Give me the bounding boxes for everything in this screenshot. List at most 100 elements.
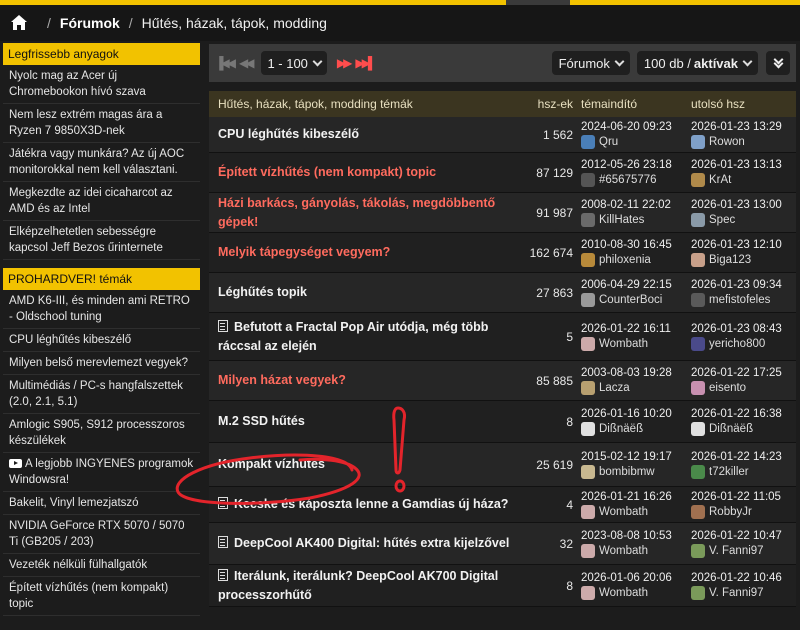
last-post-date[interactable]: 2026-01-22 14:23 xyxy=(691,451,796,463)
last-post-date[interactable]: 2026-01-22 11:05 xyxy=(691,491,796,503)
starter-user[interactable]: Lacza xyxy=(581,380,687,395)
forum-select[interactable]: Fórumok xyxy=(551,51,630,75)
topic-title-link[interactable]: Befutott a Fractal Pop Air utódja, még t… xyxy=(218,319,488,353)
header-last[interactable]: utolsó hsz xyxy=(687,97,796,111)
table-row[interactable]: Iterálunk, iterálunk? DeepCool AK700 Dig… xyxy=(209,565,796,607)
starter-date[interactable]: 2023-08-08 10:53 xyxy=(581,530,687,542)
table-row[interactable]: Befutott a Fractal Pop Air utódja, még t… xyxy=(209,313,796,361)
topic-title-link[interactable]: Házi barkács, gányolás, tákolás, megdöbb… xyxy=(218,196,495,229)
per-page-select[interactable]: 100 db / aktívak xyxy=(636,51,758,75)
topic-title-link[interactable]: CPU léghűtés kibeszélő xyxy=(218,127,359,141)
last-post-date[interactable]: 2026-01-23 13:00 xyxy=(691,199,796,211)
last-post-user[interactable]: KrAt xyxy=(691,172,796,187)
topic-title-link[interactable]: Melyik tápegységet vegyem? xyxy=(218,245,390,259)
starter-user[interactable]: philoxenia xyxy=(581,252,687,267)
header-title[interactable]: Hűtés, házak, tápok, modding témák xyxy=(209,97,527,111)
last-post-date[interactable]: 2026-01-23 09:34 xyxy=(691,279,796,291)
sidebar-topic-item[interactable]: Milyen belső merevlemezt vegyek? xyxy=(3,352,200,375)
last-post-date[interactable]: 2026-01-22 16:38 xyxy=(691,408,796,420)
starter-user[interactable]: Wombath xyxy=(581,336,687,351)
topic-title-link[interactable]: DeepCool AK400 Digital: hűtés extra kije… xyxy=(218,536,509,550)
last-post-date[interactable]: 2026-01-22 10:46 xyxy=(691,572,796,584)
starter-date[interactable]: 2026-01-21 16:26 xyxy=(581,491,687,503)
home-icon[interactable] xyxy=(10,14,28,32)
last-post-date[interactable]: 2026-01-23 12:10 xyxy=(691,239,796,251)
expand-button[interactable] xyxy=(766,51,790,75)
starter-user[interactable]: Qru xyxy=(581,134,687,149)
last-post-user[interactable]: eisento xyxy=(691,380,796,395)
table-row[interactable]: M.2 SSD hűtés 8 2026-01-16 10:20 Dißnäëß 202… xyxy=(209,401,796,443)
starter-user[interactable]: CounterBoci xyxy=(581,292,687,307)
last-post-user[interactable]: yericho800 xyxy=(691,336,796,351)
next-page-icon[interactable]: ▶▶ xyxy=(337,56,353,70)
topic-title-link[interactable]: Iterálunk, iterálunk? DeepCool AK700 Dig… xyxy=(218,568,498,602)
topic-title-link[interactable]: M.2 SSD hűtés xyxy=(218,414,305,428)
starter-user[interactable]: KillHates xyxy=(581,212,687,227)
starter-date[interactable]: 2008-02-11 22:02 xyxy=(581,199,687,211)
table-row[interactable]: DeepCool AK400 Digital: hűtés extra kije… xyxy=(209,523,796,565)
topic-title-link[interactable]: Milyen házat vegyek? xyxy=(218,373,346,387)
sidebar-latest-item[interactable]: Elképzelhetetlen sebességre kapcsol Jeff… xyxy=(3,221,200,260)
last-post-user[interactable]: Biga123 xyxy=(691,252,796,267)
table-row[interactable]: Kecske és káposzta lenne a Gamdias új há… xyxy=(209,487,796,523)
starter-user[interactable]: Wombath xyxy=(581,543,687,558)
last-post-user[interactable]: RobbyJr xyxy=(691,504,796,519)
sidebar-topic-item[interactable]: Amlogic S905, S912 processzoros készülék… xyxy=(3,414,200,453)
last-post-date[interactable]: 2026-01-23 08:43 xyxy=(691,323,796,335)
starter-date[interactable]: 2010-08-30 16:45 xyxy=(581,239,687,251)
last-post-user[interactable]: mefistofeles xyxy=(691,292,796,307)
starter-date[interactable]: 2012-05-26 23:18 xyxy=(581,159,687,171)
sidebar-latest-item[interactable]: Játékra vagy munkára? Az új AOC monitoro… xyxy=(3,143,200,182)
topic-title-link[interactable]: Kecske és káposzta lenne a Gamdias új há… xyxy=(218,497,508,511)
first-page-icon[interactable]: ▐◀◀ xyxy=(215,56,236,70)
last-post-date[interactable]: 2026-01-22 10:47 xyxy=(691,530,796,542)
sidebar-topic-item[interactable]: A legjobb INGYENES programok Windowsra! xyxy=(3,453,200,492)
prev-page-icon[interactable]: ◀◀ xyxy=(239,56,255,70)
last-post-user[interactable]: t72killer xyxy=(691,464,796,479)
table-row[interactable]: Épített vízhűtés (nem kompakt) topic 87 1… xyxy=(209,153,796,193)
sidebar-latest-item[interactable]: Nem lesz extrém magas ára a Ryzen 7 9850… xyxy=(3,104,200,143)
topic-title-link[interactable]: Épített vízhűtés (nem kompakt) topic xyxy=(218,165,436,179)
sidebar-latest-item[interactable]: Nyolc mag az Acer új Chromebookon hívó s… xyxy=(3,65,200,104)
table-row[interactable]: Kompakt vízhűtés 25 619 2015-02-12 19:17 bo… xyxy=(209,443,796,487)
starter-date[interactable]: 2026-01-06 20:06 xyxy=(581,572,687,584)
sidebar-topic-item[interactable]: AMD K6-III, és minden ami RETRO - Oldsch… xyxy=(3,290,200,329)
table-row[interactable]: Milyen házat vegyek? 85 885 2003-08-03 19:… xyxy=(209,361,796,401)
sidebar-topic-item[interactable]: NVIDIA GeForce RTX 5070 / 5070 Ti (GB205… xyxy=(3,515,200,554)
table-row[interactable]: Léghűtés topik 27 863 2006-04-29 22:15 Coun… xyxy=(209,273,796,313)
starter-date[interactable]: 2015-02-12 19:17 xyxy=(581,451,687,463)
sidebar-topic-item[interactable]: CPU léghűtés kibeszélő xyxy=(3,329,200,352)
table-row[interactable]: CPU léghűtés kibeszélő 1 562 2024-06-20 09… xyxy=(209,117,796,153)
starter-user[interactable]: Dißnäëß xyxy=(581,421,687,436)
starter-date[interactable]: 2003-08-03 19:28 xyxy=(581,367,687,379)
starter-user[interactable]: bombibmw xyxy=(581,464,687,479)
starter-date[interactable]: 2026-01-22 16:11 xyxy=(581,323,687,335)
last-post-user[interactable]: Rowon xyxy=(691,134,796,149)
last-post-user[interactable]: V. Fanni97 xyxy=(691,585,796,600)
starter-user[interactable]: Wombath xyxy=(581,504,687,519)
sidebar-latest-item[interactable]: Megkezdte az idei cicaharcot az AMD és a… xyxy=(3,182,200,221)
sidebar-topic-item[interactable]: Multimédiás / PC-s hangfalszettek (2.0, … xyxy=(3,375,200,414)
table-row[interactable]: Házi barkács, gányolás, tákolás, megdöbb… xyxy=(209,193,796,233)
last-post-date[interactable]: 2026-01-23 13:29 xyxy=(691,121,796,133)
starter-date[interactable]: 2024-06-20 09:23 xyxy=(581,121,687,133)
last-post-date[interactable]: 2026-01-23 13:13 xyxy=(691,159,796,171)
breadcrumb-current[interactable]: Hűtés, házak, tápok, modding xyxy=(142,15,327,31)
topic-title-link[interactable]: Kompakt vízhűtés xyxy=(218,457,325,471)
last-post-user[interactable]: Spec xyxy=(691,212,796,227)
page-range-select[interactable]: 1 - 100 xyxy=(261,51,327,75)
last-post-user[interactable]: V. Fanni97 xyxy=(691,543,796,558)
header-starter[interactable]: témaindító xyxy=(575,97,687,111)
table-row[interactable]: Melyik tápegységet vegyem? 162 674 2010-08… xyxy=(209,233,796,273)
last-post-user[interactable]: Dißnäëß xyxy=(691,421,796,436)
starter-date[interactable]: 2026-01-16 10:20 xyxy=(581,408,687,420)
sidebar-topic-item[interactable]: Bakelit, Vinyl lemezjatszó xyxy=(3,492,200,515)
last-page-icon[interactable]: ▶▶▌ xyxy=(355,56,376,70)
sidebar-topic-item[interactable]: Épített vízhűtés (nem kompakt) topic xyxy=(3,577,200,616)
sidebar-topic-item[interactable]: Vezeték nélküli fülhallgatók xyxy=(3,554,200,577)
starter-user[interactable]: Wombath xyxy=(581,585,687,600)
last-post-date[interactable]: 2026-01-22 17:25 xyxy=(691,367,796,379)
starter-date[interactable]: 2006-04-29 22:15 xyxy=(581,279,687,291)
starter-user[interactable]: #65675776 xyxy=(581,172,687,187)
header-count[interactable]: hsz-ek xyxy=(527,97,575,111)
